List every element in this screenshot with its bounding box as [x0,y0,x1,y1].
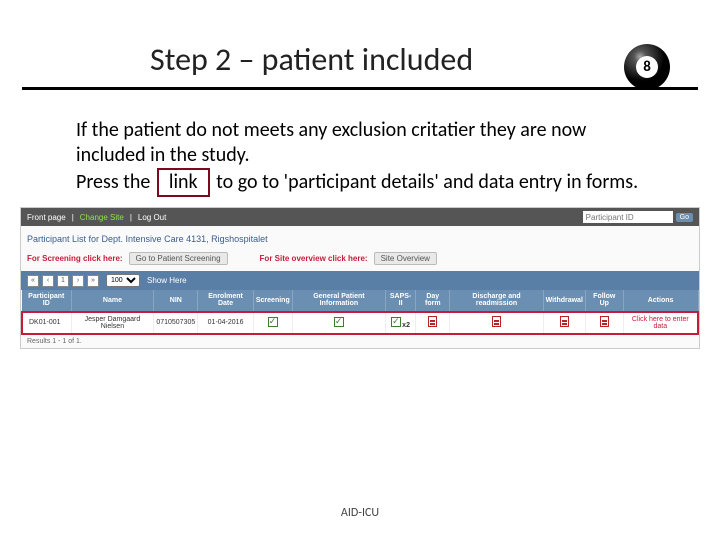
go-to-screening-button[interactable]: Go to Patient Screening [129,252,228,265]
instruction-line2: Press the link to go to 'participant det… [76,168,650,197]
cell-name: Jesper Damgaard Nielsen [71,312,154,334]
cell-nin: 0710507305 [154,312,198,334]
app-screenshot: Front page | Change Site | Log Out Go Pa… [20,207,700,349]
check-icon [334,317,344,327]
cell-discharge[interactable] [450,312,543,334]
col-general-info[interactable]: General Patient Information [292,290,385,312]
screening-label: For Screening click here: [27,254,123,263]
footer-label: AID-ICU [0,506,720,520]
page-title: Step 2 – patient included [150,40,473,79]
site-overview-button[interactable]: Site Overview [374,252,437,265]
nav-sep: | [130,213,132,222]
col-name[interactable]: Name [71,290,154,312]
cell-screening[interactable] [253,312,292,334]
col-withdrawal[interactable]: Withdrawal [543,290,585,312]
col-saps[interactable]: SAPS-II [386,290,416,312]
col-actions[interactable]: Actions [623,290,698,312]
col-followup[interactable]: Follow Up [585,290,623,312]
pager-first[interactable]: « [27,275,39,287]
cell-actions[interactable]: Click here to enter data [623,312,698,334]
document-icon [560,316,569,327]
cell-saps[interactable]: x2 [386,312,416,334]
cell-withdrawal[interactable] [543,312,585,334]
col-discharge[interactable]: Discharge and readmission [450,290,543,312]
eightball-icon: 8 [624,44,670,90]
pager-last[interactable]: » [87,275,99,287]
nav-logout[interactable]: Log Out [138,213,166,222]
eightball-number: 8 [636,56,658,78]
line2-suffix: to go to 'participant details' and data … [216,170,638,194]
results-count: Results 1 - 1 of 1. [21,335,699,348]
enter-data-link[interactable]: Click here to enter data [632,316,689,330]
nav-front-page[interactable]: Front page [27,213,66,222]
show-here-label: Show Here [147,276,187,285]
x2-badge: x2 [402,322,410,329]
participant-table: Participant ID Name NIN Enrolment Date S… [21,290,699,335]
cell-pid: DK01-001 [22,312,71,334]
cell-dayform[interactable] [416,312,450,334]
instruction-line1: If the patient do not meets any exclusio… [76,118,650,168]
document-icon [600,316,609,327]
col-enrolment-date[interactable]: Enrolment Date [198,290,254,312]
col-pid[interactable]: Participant ID [22,290,71,312]
col-nin[interactable]: NIN [154,290,198,312]
instruction-text: If the patient do not meets any exclusio… [0,90,720,201]
check-icon [391,317,401,327]
col-day-form[interactable]: Day form [416,290,450,312]
go-button[interactable]: Go [676,213,693,222]
pager: « ‹ 1 › » 100 Show Here [21,271,699,290]
line2-prefix: Press the [76,170,150,194]
col-screening[interactable]: Screening [253,290,292,312]
cell-followup[interactable] [585,312,623,334]
pager-next[interactable]: › [72,275,84,287]
nav-change-site[interactable]: Change Site [80,213,124,222]
pager-prev[interactable]: ‹ [42,275,54,287]
search-input[interactable] [583,211,673,223]
nav-sep: | [72,213,74,222]
overview-label: For Site overview click here: [260,254,368,263]
pager-page[interactable]: 1 [57,275,69,287]
document-icon [492,316,501,327]
action-row: For Screening click here: Go to Patient … [21,246,699,271]
document-icon [428,316,437,327]
cell-general[interactable] [292,312,385,334]
cell-date: 01-04-2016 [198,312,254,334]
table-row[interactable]: DK01-001 Jesper Damgaard Nielsen 0710507… [22,312,698,334]
page-size-select[interactable]: 100 [106,274,140,287]
participant-list-title: Participant List for Dept. Intensive Car… [21,226,699,246]
check-icon [268,317,278,327]
link-callout-box: link [157,168,210,197]
topbar: Front page | Change Site | Log Out Go [21,208,699,226]
